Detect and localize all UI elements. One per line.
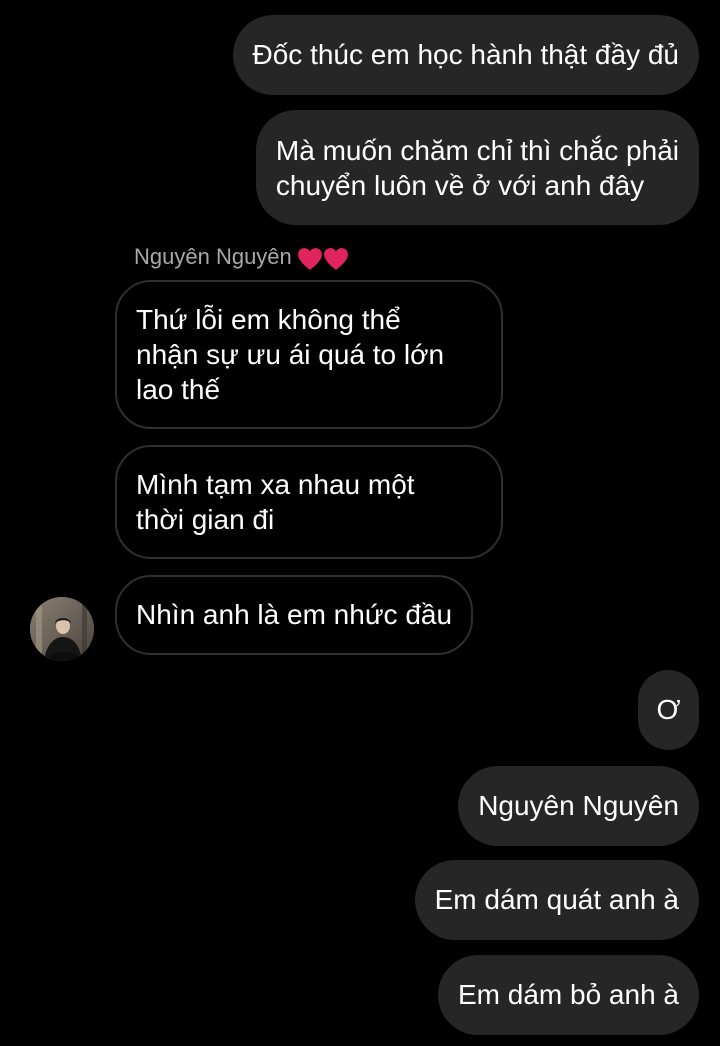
outgoing-message[interactable]: Em dám quát anh à xyxy=(414,860,699,940)
message-text: Đốc thúc em học hành thật đầy đủ xyxy=(252,39,680,70)
message-text: Ơ xyxy=(656,694,681,725)
outgoing-message[interactable]: Ơ xyxy=(638,670,699,750)
message-text: Em dám quát anh à xyxy=(434,884,679,915)
message-text: Em dám bỏ anh à xyxy=(457,979,679,1010)
message-text: chuyển luôn về ở với anh đây xyxy=(275,170,645,201)
message-text: Mình tạm xa nhau một xyxy=(136,469,415,500)
message-text: lao thế xyxy=(136,374,221,405)
message-text: Mà muốn chăm chỉ thì chắc phải xyxy=(275,135,679,166)
sender-name-text: Nguyên Nguyên xyxy=(134,244,292,269)
red-heart-icon xyxy=(323,248,348,271)
message-text: Nhìn anh là em nhức đầu xyxy=(136,599,453,630)
red-heart-icon xyxy=(297,248,322,271)
incoming-message[interactable]: Mình tạm xa nhau một thời gian đi xyxy=(115,445,503,559)
message-text: nhận sự ưu ái quá to lớn xyxy=(136,339,445,370)
sender-name: Nguyên Nguyên xyxy=(134,243,349,272)
contact-avatar[interactable] xyxy=(30,597,94,661)
incoming-message[interactable]: Thứ lỗi em không thể nhận sự ưu ái quá t… xyxy=(115,280,503,429)
outgoing-message[interactable]: Đốc thúc em học hành thật đầy đủ xyxy=(232,15,699,95)
message-text: Thứ lỗi em không thể xyxy=(136,304,401,335)
message-text: Nguyên Nguyên xyxy=(478,790,679,821)
hearts xyxy=(297,244,349,272)
incoming-message[interactable]: Nhìn anh là em nhức đầu xyxy=(115,575,474,655)
outgoing-message[interactable]: Nguyên Nguyên xyxy=(458,766,699,846)
outgoing-message[interactable]: Em dám bỏ anh à xyxy=(437,955,699,1035)
message-text: thời gian đi xyxy=(136,504,275,535)
avatar-photo xyxy=(30,597,94,661)
outgoing-message[interactable]: Mà muốn chăm chỉ thì chắc phải chuyển lu… xyxy=(255,110,699,225)
